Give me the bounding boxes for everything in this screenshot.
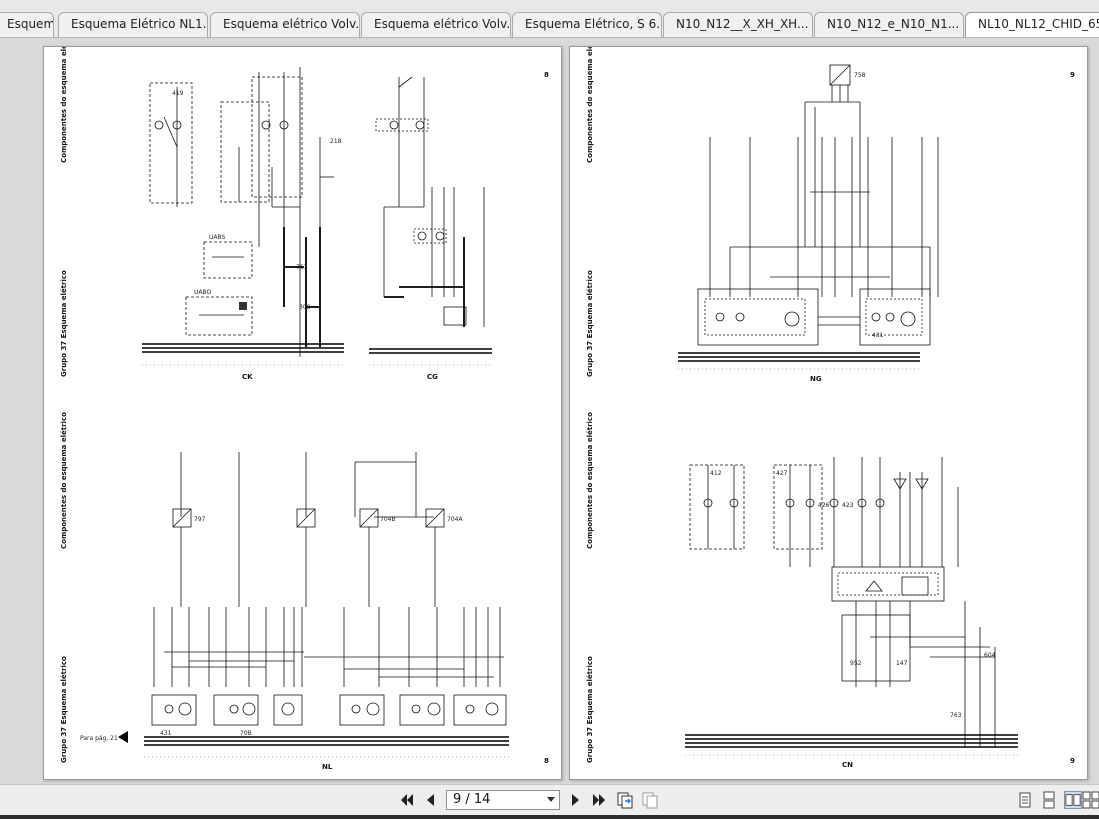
label-431: 431 — [160, 730, 172, 737]
section-label-ck: CK — [242, 373, 253, 381]
section-label-cg: CG — [427, 373, 438, 381]
label-70b: 70B — [240, 730, 252, 737]
continuous-view-icon[interactable] — [1040, 791, 1058, 809]
taskbar-strip — [0, 815, 1099, 819]
tab-label: NL10_NL12_CHID_657 — [978, 17, 1099, 31]
tab-5[interactable]: N10_N12__X_XH_XH... — [663, 12, 813, 37]
prev-page-icon[interactable] — [422, 791, 440, 809]
section-label-ng: NG — [810, 375, 822, 383]
component-uabo — [239, 302, 247, 310]
header-bottom: Componentes do esquema elétrico — [60, 412, 68, 549]
header-top: Componentes do esquema elétrico — [60, 47, 68, 163]
page-selector[interactable]: 9 / 14 — [446, 790, 560, 810]
tab-bar: Esquem... Esquema Elétrico NL1... Esquem… — [0, 0, 1099, 38]
page-number-bottom: 9 — [1070, 757, 1075, 765]
label-uabs: UABS — [209, 234, 226, 241]
single-page-view-icon[interactable] — [1016, 791, 1034, 809]
extract-page-icon[interactable] — [616, 791, 634, 809]
pdf-page-left: Componentes do esquema elétrico Grupo 37… — [43, 46, 562, 780]
tab-label: Esquema Elétrico, S 6... — [525, 17, 662, 31]
tab-label: N10_N12__X_XH_XH... — [676, 17, 809, 31]
header-top: Componentes do esquema elétrico — [586, 47, 594, 163]
next-page-icon[interactable] — [566, 791, 584, 809]
label-419: 419 — [172, 90, 184, 97]
label-763: 763 — [950, 712, 962, 719]
group-bottom: Grupo 37 Esquema elétrico — [586, 656, 594, 763]
section-label-nl: NL — [322, 763, 333, 771]
tab-7-active[interactable]: NL10_NL12_CHID_657 — [965, 12, 1099, 37]
tab-3[interactable]: Esquema elétrico Volv... — [361, 12, 511, 37]
page-number-top: 8 — [544, 71, 549, 79]
label-423: 423 — [842, 502, 854, 509]
page-indicator: 9 / 14 — [453, 792, 491, 807]
label-426: 426 — [818, 502, 830, 509]
last-page-icon[interactable] — [590, 791, 608, 809]
label-758: 758 — [854, 72, 866, 79]
first-page-icon[interactable] — [398, 791, 416, 809]
tab-label: Esquema elétrico Volv... — [223, 17, 360, 31]
tab-label: N10_N12_e_N10_N1... — [827, 17, 960, 31]
label-147: 147 — [896, 660, 908, 667]
label-604: 604 — [984, 652, 996, 659]
tab-0[interactable]: Esquem... — [0, 12, 54, 37]
label-704b: 704B — [380, 516, 396, 523]
para-pag-label: Para pág. 21 — [80, 735, 118, 742]
group-top: Grupo 37 Esquema elétrico — [586, 270, 594, 377]
tab-label: Esquema elétrico Volv... — [374, 17, 511, 31]
tab-label: Esquem... — [7, 17, 54, 31]
section-label-cn: CN — [842, 761, 853, 769]
label-797: 797 — [194, 516, 206, 523]
tab-1[interactable]: Esquema Elétrico NL1... — [58, 12, 208, 37]
schematic-left: Componentes do esquema elétrico Grupo 37… — [60, 47, 549, 771]
label-218: 218 — [330, 138, 342, 145]
pdf-page-right: Componentes do esquema elétrico Grupo 37… — [569, 46, 1088, 780]
two-page-view-icon[interactable] — [1064, 791, 1082, 809]
group-bottom: Grupo 37 Esquema elétrico — [60, 656, 68, 763]
chevron-down-icon — [547, 797, 555, 802]
label-952: 952 — [850, 660, 862, 667]
page-number-bottom: 8 — [544, 757, 549, 765]
tab-label: Esquema Elétrico NL1... — [71, 17, 208, 31]
header-bottom: Componentes do esquema elétrico — [586, 412, 594, 549]
insert-page-icon[interactable] — [641, 791, 659, 809]
label-308: 308 — [299, 304, 311, 311]
label-uabo: UABO — [194, 289, 212, 296]
label-763: 763 — [296, 264, 308, 271]
page-number-top: 9 — [1070, 71, 1075, 79]
schematic-right: Componentes do esquema elétrico Grupo 37… — [586, 47, 1075, 769]
tab-6[interactable]: N10_N12_e_N10_N1... — [814, 12, 964, 37]
label-412: 412 — [710, 470, 722, 477]
pdf-navigation-toolbar: 9 / 14 — [0, 784, 1099, 815]
document-viewer: Componentes do esquema elétrico Grupo 37… — [0, 38, 1099, 784]
label-431-top: 431 — [872, 332, 884, 339]
tab-4[interactable]: Esquema Elétrico, S 6... — [512, 12, 662, 37]
tab-2[interactable]: Esquema elétrico Volv... — [210, 12, 360, 37]
two-page-continuous-icon[interactable] — [1082, 791, 1099, 809]
group-top: Grupo 37 Esquema elétrico — [60, 270, 68, 377]
arrow-left-icon — [118, 731, 128, 743]
label-427: 427 — [776, 470, 788, 477]
label-704a: 704A — [447, 516, 463, 523]
